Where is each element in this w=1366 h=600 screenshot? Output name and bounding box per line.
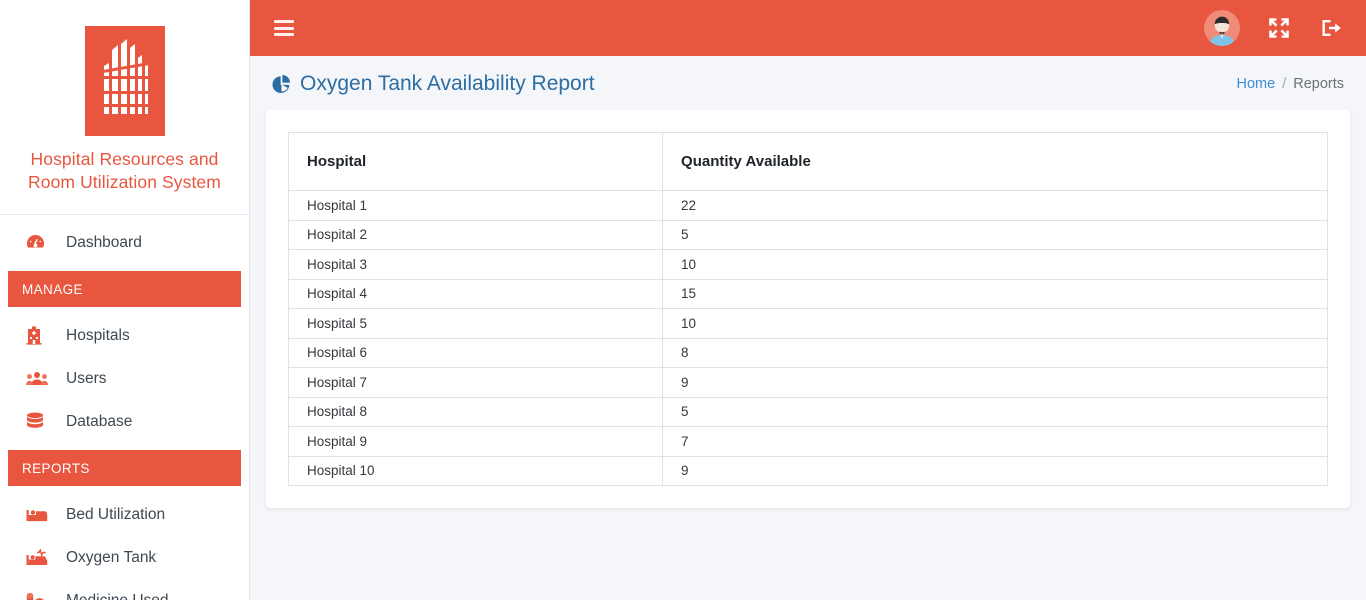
cell-hospital: Hospital 1 — [287, 190, 664, 221]
table-row: Hospital 10 9 — [287, 455, 1328, 486]
table-body: Hospital 1 22 Hospital 2 5 Hospital 3 10 — [287, 190, 1328, 486]
table-row: Hospital 5 10 — [287, 308, 1328, 339]
sidebar-item-label: Users — [66, 369, 107, 387]
main-region: Oxygen Tank Availability Report Home / R… — [250, 0, 1366, 600]
sidebar-item-label: Hospitals — [66, 326, 130, 344]
breadcrumb-home-link[interactable]: Home — [1237, 76, 1276, 92]
bed-icon — [26, 505, 52, 525]
table-row: Hospital 7 9 — [287, 367, 1328, 398]
sidebar-item-label: Dashboard — [66, 233, 142, 251]
brand-title-line-2: Room Utilization System — [28, 172, 221, 192]
app-root: Hospital Resources and Room Utilization … — [0, 0, 1366, 600]
brand-title: Hospital Resources and Room Utilization … — [10, 148, 239, 194]
cell-quantity: 10 — [662, 249, 1328, 280]
cell-hospital: Hospital 6 — [287, 337, 664, 368]
hamburger-bar — [274, 20, 294, 23]
sidebar-item-label: Database — [66, 412, 133, 430]
top-navbar — [250, 0, 1366, 56]
sidebar-item-label: Medicine Used — [66, 591, 169, 600]
table-head: Hospital Quantity Available — [287, 132, 1328, 191]
sidebar-item-database[interactable]: Database — [0, 400, 249, 443]
sidebar-section-manage: MANAGE — [8, 271, 241, 307]
cell-hospital: Hospital 4 — [287, 278, 664, 309]
user-avatar-icon[interactable] — [1204, 10, 1240, 46]
sidebar-section-label: MANAGE — [22, 281, 83, 297]
pills-icon — [26, 591, 52, 600]
hamburger-menu-icon[interactable] — [274, 20, 294, 36]
cell-quantity: 22 — [662, 190, 1328, 221]
cell-quantity: 5 — [662, 396, 1328, 427]
database-icon — [26, 412, 52, 432]
table-header-row: Hospital Quantity Available — [287, 132, 1328, 191]
cell-quantity: 7 — [662, 426, 1328, 457]
sidebar-item-bed-utilization[interactable]: Bed Utilization — [0, 493, 249, 536]
sidebar-section-label: REPORTS — [22, 460, 90, 476]
topbar-actions — [1204, 10, 1344, 46]
hamburger-bar — [274, 33, 294, 36]
cell-quantity: 9 — [662, 455, 1328, 486]
hamburger-bar — [274, 26, 294, 30]
sidebar-item-medicine-used[interactable]: Medicine Used — [0, 579, 249, 600]
sidebar-section-reports: REPORTS — [8, 450, 241, 486]
sidebar-item-label: Bed Utilization — [66, 505, 166, 523]
cell-quantity: 10 — [662, 308, 1328, 339]
sidebar-item-dashboard[interactable]: Dashboard — [0, 221, 249, 264]
cell-quantity: 15 — [662, 278, 1328, 309]
brand-title-line-1: Hospital Resources and — [30, 149, 219, 169]
table-row: Hospital 4 15 — [287, 278, 1328, 309]
column-header-hospital: Hospital — [287, 132, 664, 191]
sidebar-nav: Dashboard MANAGE Hospitals Users Databas… — [0, 215, 249, 600]
brand-header[interactable]: Hospital Resources and Room Utilization … — [0, 0, 249, 215]
sign-out-icon[interactable] — [1318, 15, 1344, 41]
table-row: Hospital 6 8 — [287, 337, 1328, 368]
report-card: Hospital Quantity Available Hospital 1 2… — [266, 110, 1350, 508]
breadcrumb-current: Reports — [1293, 76, 1344, 92]
cell-hospital: Hospital 9 — [287, 426, 664, 457]
table-row: Hospital 8 5 — [287, 396, 1328, 427]
cell-quantity: 9 — [662, 367, 1328, 398]
cell-quantity: 5 — [662, 219, 1328, 250]
table-row: Hospital 2 5 — [287, 219, 1328, 250]
column-header-quantity-available: Quantity Available — [662, 132, 1328, 191]
page-title: Oxygen Tank Availability Report — [272, 72, 595, 96]
page-header: Oxygen Tank Availability Report Home / R… — [250, 56, 1366, 110]
sidebar: Hospital Resources and Room Utilization … — [0, 0, 250, 600]
sidebar-item-label: Oxygen Tank — [66, 548, 157, 566]
page-title-text: Oxygen Tank Availability Report — [300, 72, 595, 95]
pie-chart-icon — [272, 74, 291, 94]
sidebar-item-users[interactable]: Users — [0, 357, 249, 400]
sidebar-item-hospitals[interactable]: Hospitals — [0, 314, 249, 357]
table-row: Hospital 3 10 — [287, 249, 1328, 280]
table-row: Hospital 9 7 — [287, 426, 1328, 457]
tachometer-icon — [26, 233, 52, 253]
bed-pulse-icon — [26, 548, 52, 568]
content-area: Hospital Quantity Available Hospital 1 2… — [250, 110, 1366, 600]
breadcrumb: Home / Reports — [1237, 76, 1345, 92]
cell-hospital: Hospital 2 — [287, 219, 664, 250]
users-group-icon — [26, 369, 52, 389]
cell-hospital: Hospital 8 — [287, 396, 664, 427]
hospital-building-icon — [26, 326, 52, 346]
table-row: Hospital 1 22 — [287, 190, 1328, 221]
expand-arrows-icon[interactable] — [1266, 15, 1292, 41]
building-logo-icon — [84, 26, 165, 136]
cell-hospital: Hospital 7 — [287, 367, 664, 398]
cell-hospital: Hospital 10 — [287, 455, 664, 486]
breadcrumb-separator: / — [1282, 76, 1287, 92]
cell-quantity: 8 — [662, 337, 1328, 368]
sidebar-item-oxygen-tank[interactable]: Oxygen Tank — [0, 536, 249, 579]
oxygen-tank-report-table: Hospital Quantity Available Hospital 1 2… — [287, 132, 1328, 486]
cell-hospital: Hospital 3 — [287, 249, 664, 280]
cell-hospital: Hospital 5 — [287, 308, 664, 339]
